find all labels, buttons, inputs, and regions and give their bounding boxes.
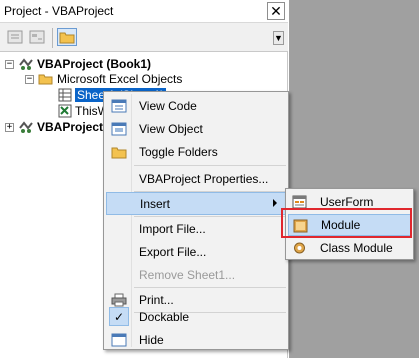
panel-titlebar: Project - VBAProject ✕: [0, 0, 288, 22]
worksheet-icon: [58, 88, 72, 102]
collapse-icon[interactable]: −: [25, 74, 34, 84]
menu-item-dockable[interactable]: ✓ Dockable: [106, 305, 286, 328]
panel-title: Project - VBAProject: [4, 4, 114, 18]
vba-project-icon: [19, 121, 33, 133]
view-object-button[interactable]: [27, 28, 47, 46]
view-code-icon: [110, 97, 128, 114]
menu-item-vbaproject-properties[interactable]: VBAProject Properties...: [106, 167, 286, 190]
tree-item-vbaproject[interactable]: + VBAProject: [5, 119, 103, 135]
menu-item-view-object[interactable]: View Object: [106, 117, 286, 140]
submenu-arrow-icon: [273, 199, 277, 207]
close-icon[interactable]: ✕: [267, 2, 285, 20]
toggle-folders-button[interactable]: [57, 28, 77, 46]
menu-item-export-file[interactable]: Export File...: [106, 240, 286, 263]
collapse-icon[interactable]: −: [5, 59, 14, 69]
workspace-area: [289, 0, 419, 358]
tree-item-excel-objects[interactable]: − Microsoft Excel Objects: [25, 71, 182, 87]
menu-item-toggle-folders[interactable]: Toggle Folders: [106, 140, 286, 163]
tree-item-label: VBAProject (Book1): [37, 57, 152, 71]
menu-item-remove-sheet1: Remove Sheet1...: [139, 267, 236, 282]
toolbar-separator: [52, 28, 53, 48]
toolbar-overflow-button[interactable]: ▼: [273, 31, 284, 45]
view-code-icon: [7, 30, 23, 44]
workbook-icon: [58, 104, 72, 118]
tree-item-label: Microsoft Excel Objects: [57, 72, 183, 86]
view-object-icon: [110, 120, 128, 137]
class-module-icon: [291, 240, 308, 256]
menu-item-view-code[interactable]: View Code: [106, 94, 286, 117]
menu-separator: [134, 165, 286, 166]
view-object-icon: [29, 30, 45, 44]
tree-item-label: VBAProject: [37, 120, 104, 134]
vba-project-icon: [19, 58, 33, 70]
project-toolbar: ▼: [0, 22, 288, 52]
menu-item-insert[interactable]: Insert: [106, 192, 286, 215]
checkmark-icon: ✓: [109, 307, 129, 326]
hide-window-icon: [110, 331, 128, 348]
expand-icon[interactable]: +: [5, 122, 14, 132]
submenu-item-class-module[interactable]: Class Module: [288, 237, 411, 259]
folder-icon: [110, 143, 128, 160]
context-menu: View Code View Object Toggle Folders VBA…: [103, 91, 289, 350]
folder-open-icon: [38, 74, 53, 85]
tree-item-thisworkbook[interactable]: ThisW: [58, 103, 109, 119]
highlight-annotation-frame: [281, 208, 412, 238]
menu-item-import-file[interactable]: Import File...: [106, 217, 286, 240]
view-code-button[interactable]: [5, 28, 25, 46]
tree-item-vbaproject-book1[interactable]: − VBAProject (Book1): [5, 56, 151, 72]
folder-icon: [59, 32, 75, 44]
menu-item-hide[interactable]: Hide: [106, 328, 286, 351]
